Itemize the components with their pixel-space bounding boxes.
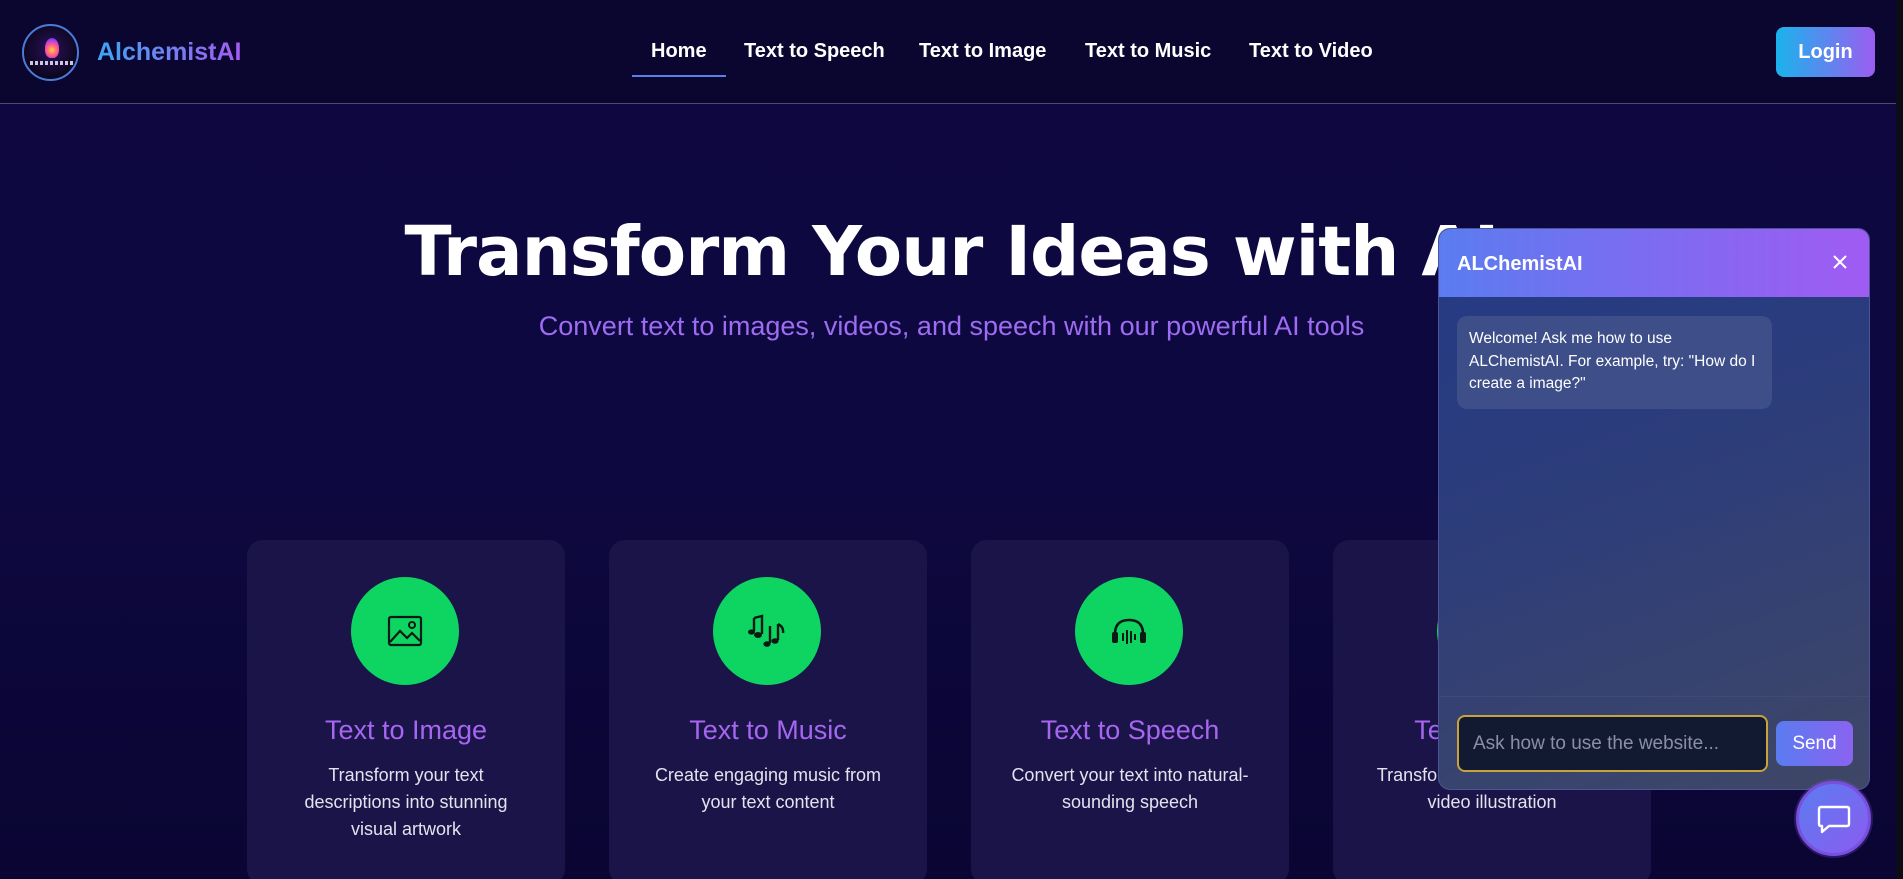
card-description: Convert your text into natural-sounding …: [1011, 765, 1249, 812]
navbar: AlchemistAI Home Text to Speech Text to …: [0, 0, 1903, 104]
card-icon-circle: [1075, 577, 1183, 685]
music-notes-icon: [748, 614, 785, 647]
image-icon: [387, 615, 423, 647]
card-title: Text to Speech: [1040, 715, 1220, 745]
alchemist-logo-icon[interactable]: [22, 24, 79, 81]
card-title: Text to Music: [689, 715, 847, 745]
card-description: Create engaging music from your text con…: [654, 765, 882, 812]
headphones-icon: [1112, 618, 1146, 644]
chat-divider: [1439, 696, 1869, 697]
chat-header: ALChemistAI: [1439, 229, 1869, 297]
chat-welcome-message: Welcome! Ask me how to use ALChemistAI. …: [1457, 316, 1772, 409]
feature-card-text-to-image[interactable]: Text to Image Transform your text descri…: [247, 540, 565, 879]
chat-title: ALChemistAI: [1457, 253, 1583, 275]
feature-card-text-to-speech[interactable]: Text to Speech Convert your text into na…: [971, 540, 1289, 879]
active-nav-indicator: [632, 75, 726, 77]
send-button[interactable]: Send: [1776, 721, 1853, 766]
feature-card-text-to-music[interactable]: Text to Music Create engaging music from…: [609, 540, 927, 879]
card-title: Text to Image: [324, 715, 488, 745]
card-icon-circle: [713, 577, 821, 685]
nav-item-text-to-image[interactable]: Text to Image: [919, 40, 1046, 63]
page-scrollbar[interactable]: [1896, 0, 1903, 879]
card-description: Transform your text descriptions into st…: [304, 765, 508, 839]
logo-flame: [45, 38, 59, 58]
chat-bubble-icon: [1817, 805, 1850, 833]
logo-wordmark: [30, 61, 75, 65]
login-button[interactable]: Login: [1776, 27, 1875, 77]
nav-item-home[interactable]: Home: [651, 40, 707, 63]
brand-name[interactable]: AlchemistAI: [97, 38, 241, 67]
chat-input[interactable]: [1457, 715, 1768, 772]
chat-panel: ALChemistAI Welcome! Ask me how to use A…: [1438, 228, 1870, 790]
nav-item-text-to-music[interactable]: Text to Music: [1085, 40, 1211, 63]
nav-item-text-to-video[interactable]: Text to Video: [1249, 40, 1373, 63]
close-icon[interactable]: [1829, 251, 1851, 273]
card-icon-circle: [351, 577, 459, 685]
chat-toggle-button[interactable]: [1796, 781, 1871, 856]
nav-item-text-to-speech[interactable]: Text to Speech: [744, 40, 885, 63]
